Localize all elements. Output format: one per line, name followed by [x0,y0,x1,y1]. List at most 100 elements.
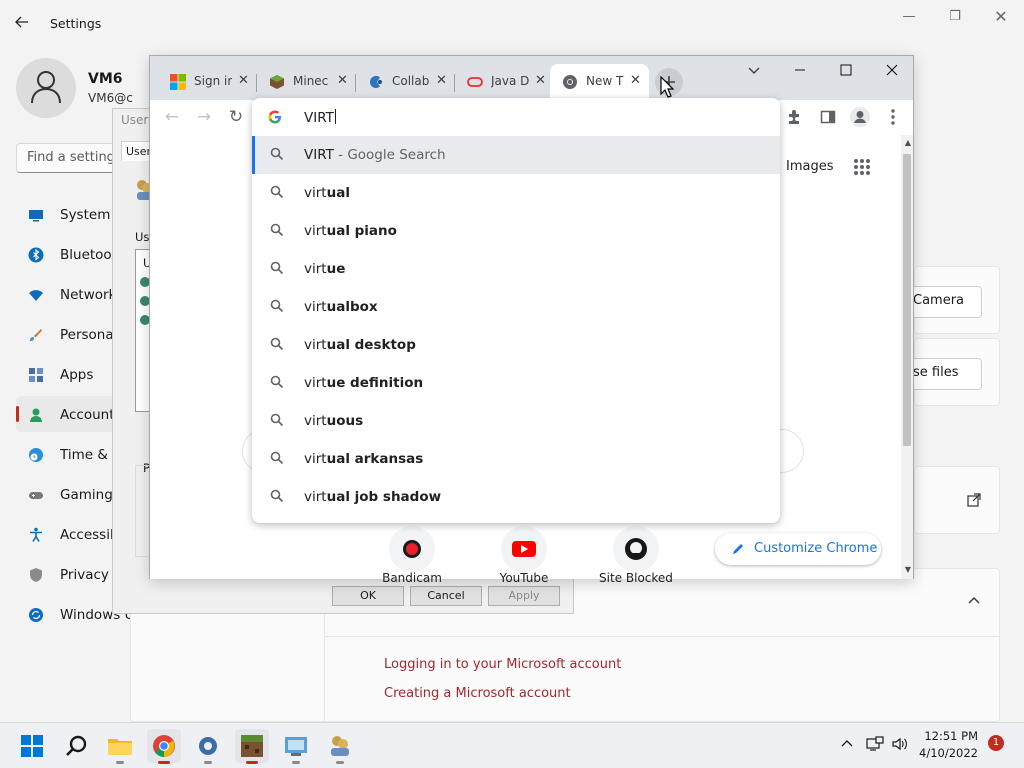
suggestion-completion: ual job shadow [326,489,442,505]
bandicam-icon [403,540,421,558]
user-name: VM6 [88,71,123,87]
search-icon [270,413,284,431]
taskbar-chrome[interactable] [147,729,181,764]
back-icon[interactable]: ← [161,106,183,128]
browser-tab[interactable]: Java D ✕ [455,64,554,100]
minimize-icon[interactable]: — [886,6,932,28]
cancel-button[interactable]: Cancel [410,586,482,606]
tab-title: New T [586,74,624,88]
search-icon [270,451,284,469]
wifi-icon [28,287,44,303]
shield-icon [28,567,44,583]
help-link-create[interactable]: Creating a Microsoft account [384,686,571,701]
tab-title: Sign in [194,74,232,88]
google-apps-icon[interactable] [853,158,871,180]
suggestion-prefix: virt [304,375,327,391]
omnibox-suggestion[interactable]: virtual piano [252,212,780,250]
shortcut-bandicam[interactable] [389,526,435,572]
clock-time[interactable]: 12:51 PM [906,729,978,743]
suggestion-prefix: virt [304,489,327,505]
close-icon[interactable]: ✕ [978,6,1024,28]
suggestion-completion: ual piano [326,223,397,239]
settings-title: Settings [50,16,102,31]
oracle-icon [467,74,483,90]
shortcut-label: Bandicam [382,571,442,582]
taskbar-user-accounts[interactable] [323,729,357,764]
omnibox-suggestion[interactable]: VIRT - Google Search [252,136,780,174]
network-icon[interactable] [866,736,884,756]
minecraft-icon [269,74,285,90]
help-link-login[interactable]: Logging in to your Microsoft account [384,657,621,672]
start-icon [21,735,43,757]
chevron-up-icon[interactable] [840,737,854,755]
text-caret [334,109,336,124]
forward-icon[interactable]: → [193,106,215,128]
notification-badge[interactable]: 1 [988,735,1004,751]
search-icon [270,185,284,203]
omnibox-suggestion[interactable]: virtual [252,174,780,212]
minimize-icon[interactable] [792,62,808,78]
search-icon [270,299,284,317]
tab-close-icon[interactable]: ✕ [337,73,348,88]
browser-tab[interactable]: New T ✕ [550,64,649,100]
find-setting-input[interactable]: Find a setting [16,143,126,173]
person-icon [28,407,44,423]
tab-close-icon[interactable]: ✕ [436,73,447,88]
suggestion-prefix: virt [304,223,327,239]
tab-title: Minec [293,74,329,88]
tab-close-icon[interactable]: ✕ [238,73,249,88]
minecraft-icon [241,735,263,757]
omnibox-dropdown: VIRT VIRT - Google Search virtual virtual … [252,98,780,523]
start-button[interactable] [15,729,49,763]
reload-icon[interactable]: ↻ [225,106,247,128]
shortcut-site-blocked[interactable] [613,526,659,572]
images-link[interactable]: Images [786,159,834,174]
customize-label: Customize Chrome [754,541,878,556]
maximize-icon[interactable] [838,62,854,78]
extensions-icon[interactable] [786,109,802,129]
side-panel-icon[interactable] [820,109,836,129]
omnibox-suggestion[interactable]: virtual desktop [252,326,780,364]
clock-date[interactable]: 4/10/2022 [906,746,978,760]
scroll-up-icon[interactable]: ▲ [905,138,911,147]
browser-tab[interactable]: Sign in ✕ [158,64,257,100]
taskbar-minecraft[interactable] [235,729,269,764]
omnibox-suggestion[interactable]: virtual arkansas [252,440,780,478]
chevron-up-icon[interactable] [966,594,982,610]
taskbar-file-explorer[interactable] [103,729,137,764]
pencil-icon [733,544,743,554]
profile-icon[interactable] [850,107,870,127]
taskbar-control-panel[interactable] [279,729,313,764]
clock-globe-icon [28,447,44,463]
apply-button[interactable]: Apply [488,586,560,606]
open-external-icon[interactable] [966,492,982,512]
ok-button[interactable]: OK [332,586,404,606]
taskbar-settings[interactable] [191,729,225,764]
chrome-window: Sign in ✕ Minec ✕ Collab ✕ Java D ✕ New T ✕ ← → ↻ [149,55,914,582]
tab-close-icon[interactable]: ✕ [630,73,641,88]
github-icon [625,538,647,560]
scroll-down-icon[interactable]: ▼ [905,565,911,574]
omnibox-suggestion[interactable]: virtual job shadow [252,478,780,516]
tab-search-icon[interactable] [747,64,761,82]
back-arrow-icon[interactable] [14,14,34,34]
omnibox-suggestion[interactable]: virtue [252,250,780,288]
browser-tab[interactable]: Collab ✕ [356,64,455,100]
omnibox-suggestion[interactable]: virtuous [252,402,780,440]
close-icon[interactable] [884,62,900,78]
search-icon [270,261,284,279]
browser-tab[interactable]: Minec ✕ [257,64,356,100]
search-button[interactable] [59,729,93,763]
user-email: VM6@c [88,91,133,105]
menu-kebab-icon[interactable] [886,107,900,131]
suggestion-completion: ue [326,261,346,277]
scrollbar-thumb[interactable] [903,154,911,446]
shortcut-youtube[interactable] [501,526,547,572]
google-g-icon [268,110,281,124]
customize-chrome-button[interactable]: Customize Chrome [715,533,881,565]
tab-close-icon[interactable]: ✕ [535,73,546,88]
omnibox-input[interactable]: VIRT [252,98,780,136]
omnibox-suggestion[interactable]: virtue definition [252,364,780,402]
omnibox-suggestion[interactable]: virtualbox [252,288,780,326]
restore-icon[interactable]: ❐ [932,6,978,28]
